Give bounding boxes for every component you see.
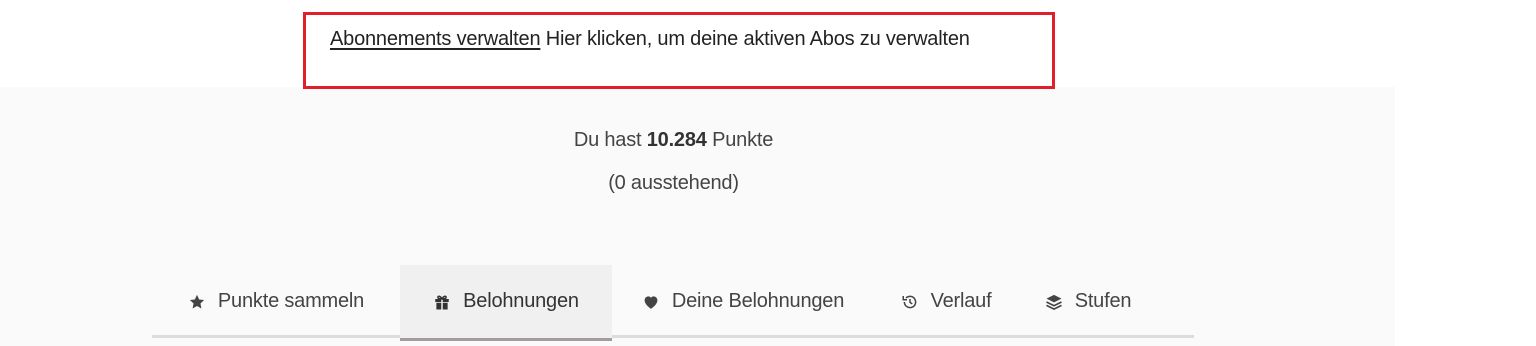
- rewards-tabs: Punkte sammeln Belohnungen Deine Belohnu…: [152, 265, 1194, 341]
- points-balance: Du hast 10.284 Punkte: [0, 129, 1347, 152]
- subscription-notice-text: Hier klicken, um deine aktiven Abos zu v…: [545, 28, 970, 50]
- star-icon: [188, 293, 206, 311]
- points-prefix: Du hast: [573, 129, 642, 151]
- tab-rewards-label: Belohnungen: [463, 290, 579, 312]
- points-value: 10.284: [646, 129, 707, 151]
- tab-tiers-label: Stufen: [1074, 290, 1132, 312]
- tab-rewards[interactable]: Belohnungen: [400, 265, 612, 341]
- history-icon: [901, 293, 919, 311]
- points-pending: (0 ausstehend): [608, 172, 739, 194]
- tab-your-rewards-label: Deine Belohnungen: [671, 290, 845, 312]
- gift-icon: [433, 293, 451, 311]
- tab-history[interactable]: Verlauf: [874, 265, 1018, 338]
- tab-history-label: Verlauf: [930, 290, 992, 312]
- subscription-notice-box: Abonnements verwalten Hier klicken, um d…: [303, 12, 1055, 89]
- tab-earn-points-label: Punkte sammeln: [217, 290, 365, 312]
- heart-icon: [642, 293, 660, 311]
- manage-subscriptions-link[interactable]: Abonnements verwalten: [330, 28, 541, 50]
- rewards-panel: Du hast 10.284 Punkte (0 ausstehend) Pun…: [0, 87, 1395, 346]
- tab-your-rewards[interactable]: Deine Belohnungen: [612, 265, 874, 338]
- subscription-notice: Abonnements verwalten Hier klicken, um d…: [330, 28, 970, 51]
- points-suffix: Punkte: [712, 129, 774, 151]
- tab-earn-points[interactable]: Punkte sammeln: [152, 265, 400, 338]
- tab-tiers[interactable]: Stufen: [1018, 265, 1158, 338]
- layers-icon: [1045, 293, 1063, 311]
